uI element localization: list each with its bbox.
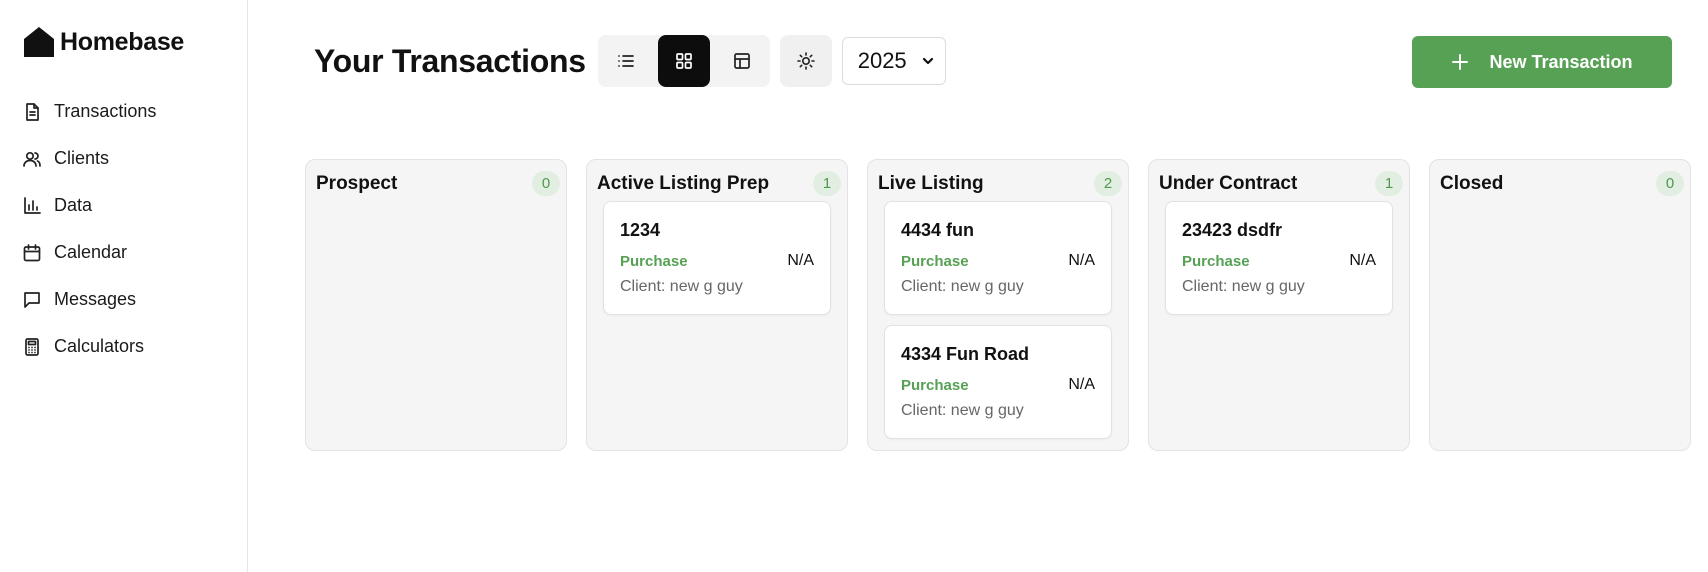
column-count-badge: 0 <box>1656 171 1684 196</box>
list-icon <box>617 55 634 67</box>
toolbar: Your Transactions 2025 <box>314 35 946 87</box>
sidebar-item-calendar[interactable]: Calendar <box>22 229 247 276</box>
board-view-button[interactable] <box>657 35 710 87</box>
card-title: 4334 Fun Road <box>901 344 1030 364</box>
sidebar-item-calculators[interactable]: Calculators <box>22 323 247 370</box>
sidebar-item-label: Clients <box>54 148 110 168</box>
sidebar-item-label: Calendar <box>54 242 128 262</box>
table-view-button[interactable] <box>714 35 770 87</box>
column-count-badge: 0 <box>532 171 560 196</box>
column-header: Live Listing 2 <box>878 171 1122 196</box>
message-icon <box>22 290 42 310</box>
sidebar-item-label: Calculators <box>54 336 145 356</box>
column-header: Under Contract 1 <box>1159 171 1403 196</box>
transaction-card[interactable]: 4334 Fun Road Purchase N/A Client: new g… <box>884 325 1112 439</box>
card-meta-row: Purchase N/A <box>1182 249 1376 273</box>
main-content: Your Transactions 2025 New Transaction P… <box>248 0 1708 572</box>
new-transaction-button[interactable]: New Transaction <box>1412 36 1672 88</box>
table-icon <box>733 53 750 69</box>
year-select-value: 2025 <box>857 48 907 73</box>
column-header: Prospect 0 <box>316 171 560 196</box>
card-meta-row: Purchase N/A <box>901 249 1095 273</box>
sidebar-item-transactions[interactable]: Transactions <box>22 88 247 135</box>
column-count-badge: 2 <box>1094 171 1122 196</box>
column-title: Prospect <box>316 172 398 194</box>
new-transaction-label: New Transaction <box>1489 51 1633 72</box>
sidebar-item-clients[interactable]: Clients <box>22 135 247 182</box>
card-price: N/A <box>1349 252 1376 269</box>
sidebar: Homebase Transactions Clients Data Calen… <box>0 0 248 572</box>
transaction-card[interactable]: 4434 fun Purchase N/A Client: new g guy <box>884 201 1112 315</box>
chevron-down-icon <box>922 57 933 65</box>
column-title: Live Listing <box>878 172 984 194</box>
card-client: Client: new g guy <box>901 402 1024 419</box>
list-view-button[interactable] <box>598 35 654 87</box>
year-select[interactable]: 2025 <box>841 37 946 85</box>
card-client: Client: new g guy <box>901 278 1024 295</box>
document-icon <box>22 102 42 122</box>
sidebar-item-label: Data <box>54 195 93 215</box>
column-title: Under Contract <box>1159 172 1298 194</box>
card-client: Client: new g guy <box>620 278 743 295</box>
card-title: 1234 <box>620 220 661 240</box>
column-live-listing: Live Listing 2 4434 fun Purchase N/A Cli… <box>867 159 1129 451</box>
column-header: Closed 0 <box>1440 171 1684 196</box>
grid-icon <box>675 53 692 69</box>
card-type: Purchase <box>901 376 969 394</box>
column-header: Active Listing Prep 1 <box>597 171 841 196</box>
sidebar-item-messages[interactable]: Messages <box>22 276 247 323</box>
column-title: Active Listing Prep <box>597 172 770 194</box>
sidebar-item-data[interactable]: Data <box>22 182 247 229</box>
column-count-badge: 1 <box>1375 171 1403 196</box>
logo-text: Homebase <box>60 27 185 56</box>
bar-chart-icon <box>22 196 42 216</box>
card-type: Purchase <box>1182 252 1250 270</box>
card-price: N/A <box>1068 252 1095 269</box>
transaction-card[interactable]: 1234 Purchase N/A Client: new g guy <box>603 201 831 315</box>
app-root: Homebase Transactions Clients Data Calen… <box>0 0 1708 572</box>
calendar-icon <box>22 243 42 263</box>
column-active-listing-prep: Active Listing Prep 1 1234 Purchase N/A … <box>586 159 848 451</box>
sidebar-item-label: Transactions <box>54 101 157 121</box>
column-prospect: Prospect 0 <box>305 159 567 451</box>
house-logo-icon <box>24 27 54 57</box>
card-title: 4434 fun <box>901 220 975 240</box>
card-type: Purchase <box>901 252 969 270</box>
theme-toggle-button[interactable] <box>779 35 832 87</box>
card-price: N/A <box>1068 376 1095 393</box>
card-type: Purchase <box>620 252 688 270</box>
card-meta-row: Purchase N/A <box>620 249 814 273</box>
column-title: Closed <box>1440 172 1504 194</box>
view-toggle-group <box>597 35 770 87</box>
column-under-contract: Under Contract 1 23423 dsdfr Purchase N/… <box>1148 159 1410 451</box>
calculator-icon <box>22 337 42 357</box>
page-title: Your Transactions <box>314 42 586 79</box>
sidebar-item-label: Messages <box>54 289 137 309</box>
card-client: Client: new g guy <box>1182 278 1305 295</box>
users-icon <box>22 149 42 169</box>
card-title: 23423 dsdfr <box>1182 220 1283 240</box>
card-meta-row: Purchase N/A <box>901 373 1095 397</box>
plus-icon <box>1452 54 1469 70</box>
sidebar-nav: Transactions Clients Data Calendar Messa… <box>22 88 247 370</box>
sun-icon <box>796 52 815 70</box>
kanban-board: Prospect 0 Active Listing Prep 1 1234 Pu… <box>305 159 1691 451</box>
transaction-card[interactable]: 23423 dsdfr Purchase N/A Client: new g g… <box>1165 201 1393 315</box>
column-count-badge: 1 <box>813 171 841 196</box>
logo[interactable]: Homebase <box>22 22 247 62</box>
card-price: N/A <box>787 252 814 269</box>
column-closed: Closed 0 <box>1429 159 1691 451</box>
